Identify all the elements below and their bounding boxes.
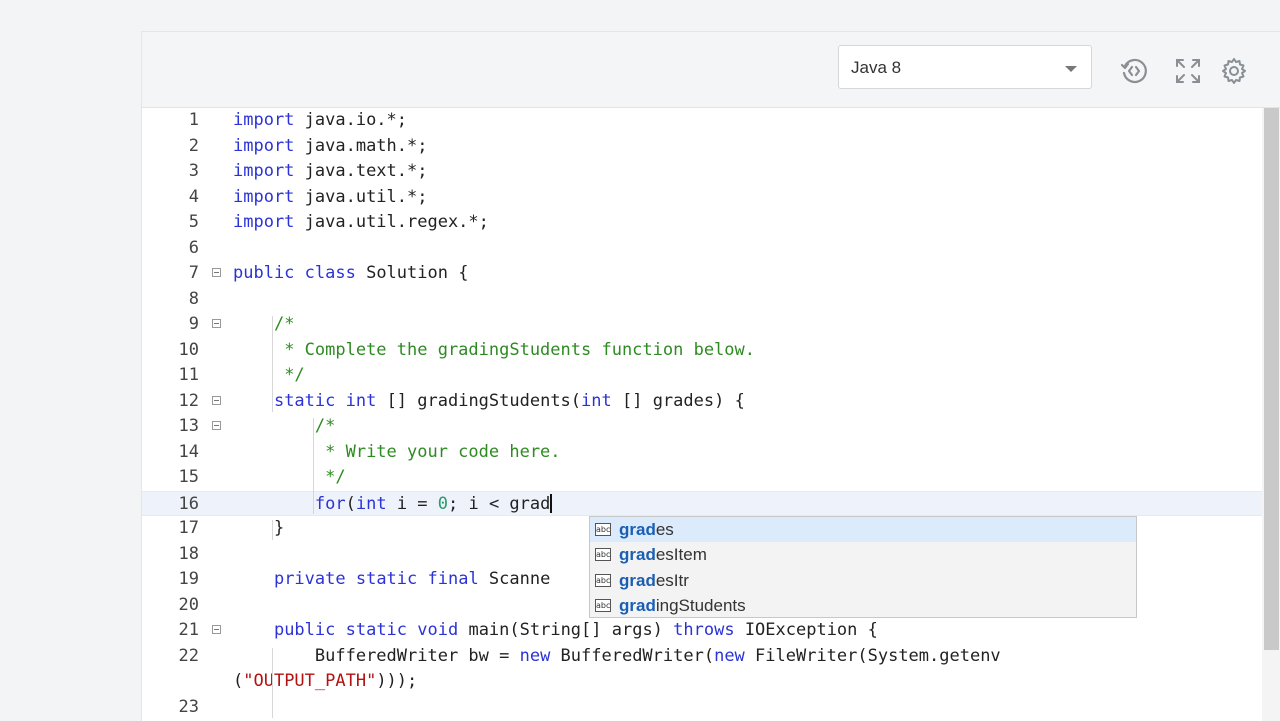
code-line[interactable]: 4 import java.util.*; — [142, 185, 1262, 211]
editor-scrollbar[interactable] — [1262, 108, 1280, 721]
code-line[interactable]: 12 static int [] gradingStudents(int [] … — [142, 389, 1262, 415]
code-text: /* — [314, 416, 336, 436]
code-line[interactable]: 9 /* — [142, 312, 1262, 338]
code-text: import java.io.*; — [233, 110, 408, 130]
text-suggestion-icon: abc — [595, 523, 611, 536]
code-text: /* — [273, 314, 295, 334]
line-number: 17 — [178, 518, 199, 538]
language-select-value: Java 8 — [851, 58, 902, 77]
fold-toggle-icon[interactable] — [212, 625, 221, 634]
code-text: * Write your code here. — [314, 441, 561, 462]
code-line[interactable]: 7 public class Solution { — [142, 261, 1262, 287]
indent-guide — [271, 520, 273, 540]
code-line[interactable]: 16 for(int i = 0; i < grad — [142, 490, 1262, 516]
indent-guide — [312, 418, 314, 514]
code-line[interactable]: 21 public static void main(String[] args… — [142, 618, 1262, 644]
code-text: } — [273, 518, 285, 538]
code-text: public static void main(String[] args) t… — [273, 620, 878, 640]
code-text: public class Solution { — [233, 263, 469, 283]
code-line[interactable]: ("OUTPUT_PATH"))); — [142, 669, 1262, 695]
line-number: 15 — [178, 467, 199, 487]
line-number: 11 — [178, 365, 199, 385]
line-number: 10 — [178, 339, 199, 360]
text-suggestion-icon: abc — [595, 573, 611, 587]
indent-guide — [271, 316, 273, 412]
line-number: 1 — [188, 110, 199, 130]
text-suggestion-icon: abc — [595, 548, 611, 562]
line-number: 2 — [188, 135, 199, 156]
indent-guide — [271, 647, 273, 718]
autocomplete-item[interactable]: abc gradesItr — [590, 568, 1136, 593]
line-number: 5 — [188, 212, 199, 232]
code-line[interactable]: 5 import java.util.regex.*; — [142, 210, 1262, 236]
code-line[interactable]: 13 /* — [142, 414, 1262, 440]
code-text: import java.util.regex.*; — [233, 212, 489, 232]
code-text: */ — [314, 467, 346, 487]
code-line[interactable]: 2 import java.math.*; — [142, 134, 1262, 160]
fold-toggle-icon[interactable] — [212, 421, 221, 430]
line-number: 18 — [178, 543, 199, 564]
autocomplete-item-label: gradesItr — [619, 570, 689, 590]
autocomplete-item-label: grades — [619, 520, 674, 539]
autocomplete-item[interactable]: abc gradingStudents — [590, 593, 1136, 618]
line-number: 22 — [178, 645, 199, 666]
history-icon[interactable] — [1119, 56, 1149, 86]
code-text: private static final Scanne — [273, 569, 551, 589]
line-number: 9 — [188, 314, 199, 334]
line-number: 16 — [178, 493, 199, 514]
code-line[interactable]: 8 — [142, 287, 1262, 313]
text-suggestion-icon: abc — [595, 598, 611, 612]
code-text: * Complete the gradingStudents function … — [273, 339, 755, 360]
fold-toggle-icon[interactable] — [212, 268, 221, 277]
scrollbar-thumb[interactable] — [1264, 108, 1279, 650]
line-number: 8 — [188, 288, 199, 309]
code-area[interactable]: 1 import java.io.*; 2 import java.math.*; 3 i… — [142, 108, 1262, 721]
autocomplete-item-label: gradingStudents — [619, 595, 746, 615]
code-line[interactable]: 14 * Write your code here. — [142, 440, 1262, 466]
code-line[interactable]: 23 — [142, 695, 1262, 721]
line-number: 20 — [178, 594, 199, 615]
code-text: BufferedWriter bw = new BufferedWriter(n… — [314, 645, 1001, 666]
line-number: 19 — [178, 569, 199, 589]
code-text: ("OUTPUT_PATH"))); — [233, 671, 418, 691]
chevron-down-icon — [1065, 66, 1077, 72]
autocomplete-popup: abc grades abc gradesItem abc gradesItr abc gra… — [589, 516, 1137, 618]
code-text: import java.util.*; — [233, 186, 428, 207]
line-number: 21 — [178, 620, 199, 640]
autocomplete-item[interactable]: abc gradesItem — [590, 542, 1136, 567]
fullscreen-icon[interactable] — [1173, 56, 1203, 86]
code-text: for(int i = 0; i < grad — [314, 493, 553, 514]
line-number: 12 — [178, 390, 199, 411]
line-number: 14 — [178, 441, 199, 462]
code-text: import java.text.*; — [233, 161, 428, 181]
code-line[interactable]: 22 BufferedWriter bw = new BufferedWrite… — [142, 644, 1262, 670]
gear-icon[interactable] — [1219, 56, 1249, 86]
text-cursor — [550, 494, 553, 513]
editor-toolbar: Java 8 — [142, 32, 1280, 108]
code-text: import java.math.*; — [233, 135, 428, 156]
fold-toggle-icon[interactable] — [212, 395, 221, 405]
autocomplete-item[interactable]: abc grades — [590, 517, 1136, 542]
line-number: 3 — [188, 161, 199, 181]
line-number: 4 — [188, 186, 199, 207]
code-editor-panel: Java 8 1 import java.io.*; 2 import java… — [141, 31, 1280, 721]
code-line[interactable]: 15 */ — [142, 465, 1262, 491]
code-text: static int [] gradingStudents(int [] gra… — [273, 390, 745, 411]
autocomplete-item-label: gradesItem — [619, 545, 707, 565]
code-line[interactable]: 10 * Complete the gradingStudents functi… — [142, 338, 1262, 364]
fold-toggle-icon[interactable] — [212, 319, 221, 328]
line-number: 6 — [188, 237, 199, 258]
language-select[interactable]: Java 8 — [838, 45, 1092, 89]
line-number: 13 — [178, 416, 199, 436]
code-line[interactable]: 6 — [142, 236, 1262, 262]
code-text: */ — [273, 365, 305, 385]
line-number: 23 — [178, 696, 199, 717]
code-line[interactable]: 11 */ — [142, 363, 1262, 389]
code-line[interactable]: 3 import java.text.*; — [142, 159, 1262, 185]
line-number: 7 — [188, 263, 199, 283]
code-line[interactable]: 1 import java.io.*; — [142, 108, 1262, 134]
